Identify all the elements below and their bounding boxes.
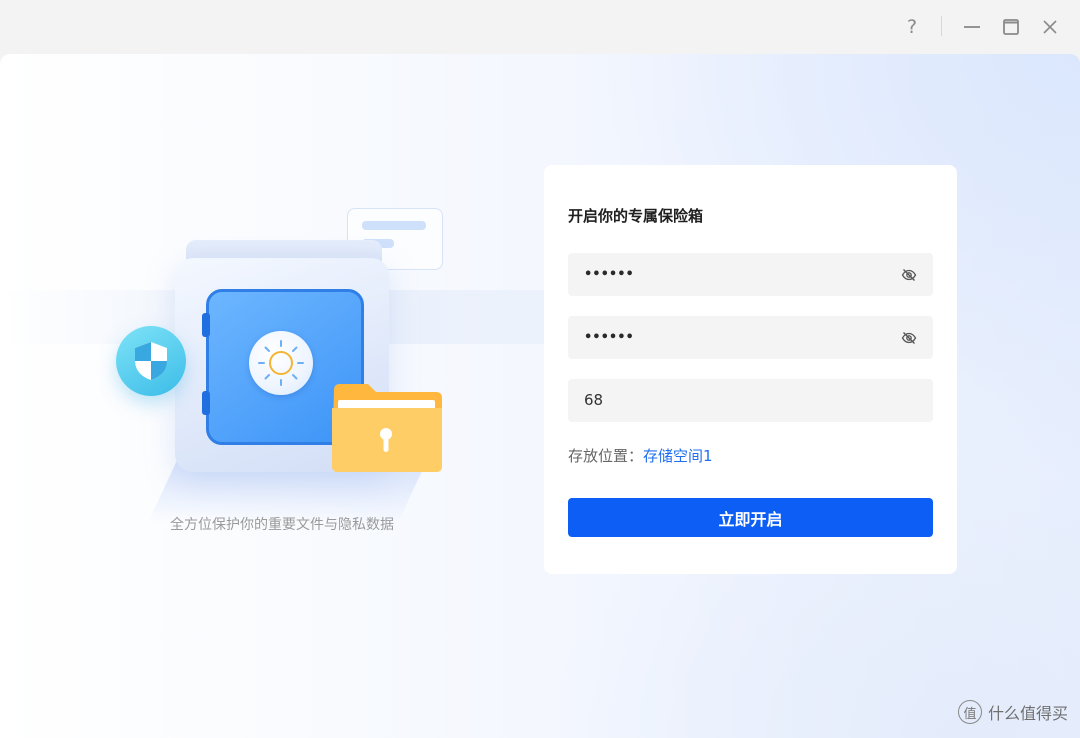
title-bar: ? (0, 0, 1080, 54)
storage-location-link[interactable]: 存储空间1 (643, 447, 713, 465)
safe-dial-icon (249, 331, 313, 395)
storage-location: 存放位置：存储空间1 (568, 445, 713, 466)
vault-window: ? 全方位保护你的重要文件与隐私数据 开启你的专属保险箱 •••••• ••••… (0, 0, 1080, 738)
safe-hinge (202, 313, 210, 337)
card-title: 开启你的专属保险箱 (568, 207, 704, 225)
eye-hidden-icon[interactable] (901, 330, 917, 346)
shield-icon (116, 326, 186, 396)
maximize-icon[interactable] (996, 12, 1026, 42)
storage-location-label: 存放位置： (568, 447, 644, 465)
close-icon[interactable] (1035, 12, 1065, 42)
titlebar-divider (941, 16, 942, 36)
main-content: 全方位保护你的重要文件与隐私数据 开启你的专属保险箱 •••••• •••••• (0, 54, 1080, 738)
eye-hidden-icon[interactable] (901, 267, 917, 283)
folder-lock-icon (330, 382, 443, 474)
password-hint-value: 68 (584, 391, 604, 409)
password-input[interactable]: •••••• (568, 253, 933, 296)
setup-card: 开启你的专属保险箱 •••••• •••••• 68 存放位置：存储空间1 立即… (544, 165, 957, 574)
minimize-icon[interactable] (957, 12, 987, 42)
watermark-text: 什么值得买 (987, 704, 1068, 723)
password-hint-input[interactable]: 68 (568, 379, 933, 422)
password-value: •••••• (584, 267, 634, 282)
confirm-password-value: •••••• (584, 330, 634, 345)
watermark-badge-icon: 值 (957, 700, 982, 724)
watermark: 值 什么值得买 (957, 700, 1068, 724)
confirm-password-input[interactable]: •••••• (568, 316, 933, 359)
illustration-caption: 全方位保护你的重要文件与隐私数据 (170, 517, 394, 533)
safe-hinge (202, 391, 210, 415)
help-icon[interactable]: ? (897, 12, 927, 42)
enable-now-button[interactable]: 立即开启 (568, 498, 933, 537)
